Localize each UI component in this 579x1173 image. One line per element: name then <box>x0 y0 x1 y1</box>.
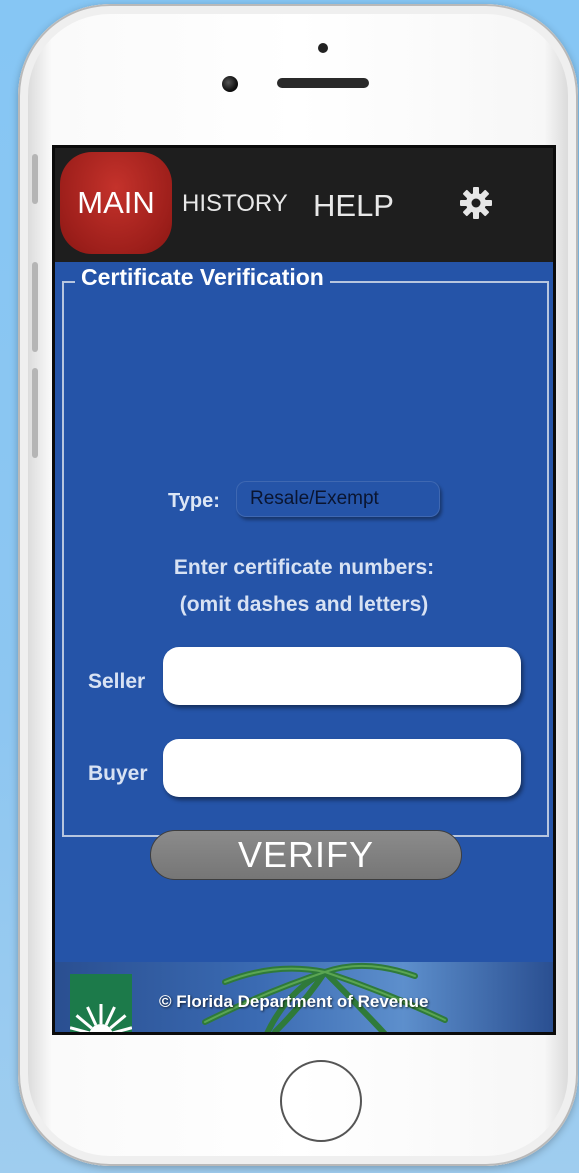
earpiece-speaker <box>277 78 369 88</box>
mute-switch <box>32 154 38 204</box>
buyer-label: Buyer <box>88 762 148 785</box>
type-label: Type: <box>168 490 220 512</box>
tab-main[interactable]: MAIN <box>60 152 172 254</box>
section-title: Certificate Verification <box>75 264 330 290</box>
top-nav-bar: MAIN HISTORY HELP <box>55 148 553 262</box>
gear-icon[interactable] <box>459 186 493 220</box>
type-select[interactable]: Resale/Exempt <box>236 481 440 517</box>
front-camera <box>222 76 238 92</box>
proximity-sensor <box>318 43 328 53</box>
home-button[interactable] <box>280 1060 362 1142</box>
tab-help[interactable]: HELP <box>313 188 394 224</box>
instruction-text: Enter certificate numbers: <box>173 556 435 579</box>
footer-banner: © Florida Department of Revenue <box>55 962 553 1032</box>
seller-label: Seller <box>88 670 146 693</box>
tab-history[interactable]: HISTORY <box>182 190 288 218</box>
main-content: Certificate Verification Type: Resale/Ex… <box>55 262 553 962</box>
volume-up-button <box>32 262 38 352</box>
seller-input[interactable] <box>163 647 521 705</box>
instruction-subtext: (omit dashes and letters) <box>179 593 429 616</box>
app-screen: MAIN HISTORY HELP Certificate Verificati… <box>52 145 556 1035</box>
sun-logo-icon <box>70 974 132 1032</box>
volume-down-button <box>32 368 38 458</box>
buyer-input[interactable] <box>163 739 521 797</box>
copyright-text: © Florida Department of Revenue <box>159 992 429 1011</box>
verify-button[interactable]: VERIFY <box>150 830 462 880</box>
